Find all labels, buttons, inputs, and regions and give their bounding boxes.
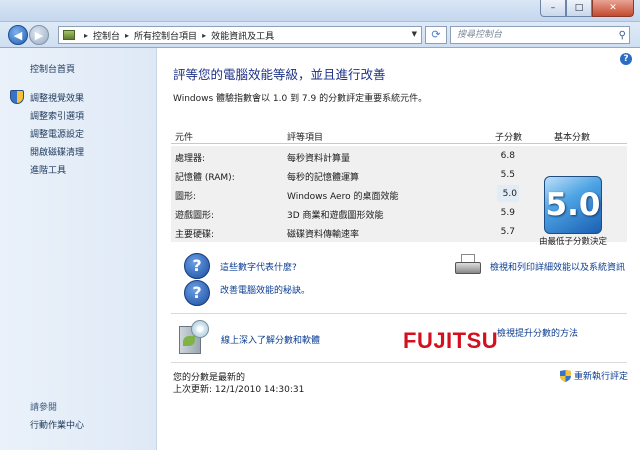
back-button[interactable]: ◀ — [8, 25, 28, 45]
window-controls: – □ ✕ — [540, 0, 634, 17]
sidebar-item-advanced-tools[interactable]: 進階工具 — [10, 160, 84, 178]
row-subscore: 6.8 — [500, 151, 515, 161]
printer-icon — [455, 254, 481, 276]
sidebar-item-label: 調整電源設定 — [30, 129, 85, 140]
row-subscore: 5.7 — [500, 227, 515, 237]
table-row: 記憶體 (RAM): 每秒的記憶體運算 5.5 — [171, 166, 531, 185]
sidebar-task-list: 調整視覺效果 調整索引選項 調整電源設定 開啟磁碟清理 進階工具 — [10, 88, 84, 178]
search-icon[interactable]: ⚲ — [619, 28, 626, 44]
sidebar-item-label: 調整索引選項 — [30, 111, 85, 122]
table-header: 元件 評等項目 子分數 基本分數 — [171, 126, 627, 144]
sidebar-item-label: 開啟磁碟清理 — [30, 147, 85, 158]
chevron-down-icon[interactable]: ▼ — [412, 30, 417, 38]
row-component: 主要硬碟: — [175, 230, 215, 240]
fujitsu-logo: FUJITSU — [403, 328, 499, 353]
close-button[interactable]: ✕ — [592, 0, 634, 17]
sidebar-item-label: 調整視覺效果 — [30, 93, 85, 104]
title-bar: – □ ✕ — [0, 0, 640, 22]
row-rated: 每秒資料計算量 — [287, 154, 351, 164]
breadcrumb-item-performance[interactable]: 效能資訊及工具 — [211, 29, 274, 42]
rerun-label: 重新執行評定 — [574, 372, 629, 382]
row-component: 圖形: — [175, 192, 197, 202]
sidebar-home-link[interactable]: 控制台首頁 — [30, 62, 75, 75]
sidebar-item-label: 進階工具 — [30, 165, 67, 176]
chevron-right-icon[interactable]: ▸ — [84, 31, 88, 40]
header-subscore: 子分數 — [495, 133, 523, 143]
row-component: 遊戲圖形: — [175, 211, 215, 221]
forward-button[interactable]: ▶ — [29, 25, 49, 45]
header-basescore: 基本分數 — [554, 133, 591, 143]
address-bar: ◀ ▶ ▸ 控制台 ▸ 所有控制台項目 ▸ 效能資訊及工具 ▼ ⟳ 搜尋控制台 … — [0, 22, 640, 48]
question-icon: ? — [184, 280, 210, 306]
what-mean-link[interactable]: 這些數字代表什麼? — [220, 260, 297, 273]
refresh-button[interactable]: ⟳ — [425, 26, 447, 44]
row-rated: 磁碟資料傳輸速率 — [287, 230, 360, 240]
breadcrumb-item-control-panel[interactable]: 控制台 — [93, 29, 120, 42]
page-subtitle: Windows 體驗指數會以 1.0 到 7.9 的分數評定重要系統元件。 — [173, 94, 428, 104]
chevron-right-icon[interactable]: ▸ — [202, 31, 206, 40]
sidebar-item-visual-effects[interactable]: 調整視覺效果 — [10, 88, 84, 106]
score-table: 元件 評等項目 子分數 基本分數 處理器: 每秒資料計算量 6.8 記憶體 (R… — [171, 126, 627, 247]
base-score-value: 5.0 — [545, 187, 601, 223]
search-input[interactable]: 搜尋控制台 ⚲ — [450, 26, 630, 44]
maximize-button[interactable]: □ — [566, 0, 592, 17]
print-details-link[interactable]: 檢視和列印詳細效能以及系統資訊 — [490, 260, 625, 273]
base-score-caption: 由最低子分數決定 — [538, 237, 607, 247]
partner-panel: 線上深入了解分數和軟體 FUJITSU 檢視提升分數的方法 — [171, 313, 627, 363]
row-subscore: 5.9 — [500, 208, 515, 218]
row-component: 記憶體 (RAM): — [175, 173, 235, 183]
shield-icon — [10, 90, 24, 104]
see-also-heading: 請參閱 — [30, 403, 58, 413]
sidebar-item-indexing[interactable]: 調整索引選項 — [10, 106, 84, 124]
rerun-assessment-button[interactable]: 重新執行評定 — [560, 369, 628, 382]
row-rated: Windows Aero 的桌面效能 — [287, 192, 399, 202]
table-row-lowest: 圖形: Windows Aero 的桌面效能 5.0 — [171, 185, 531, 204]
page-title: 評等您的電腦效能等級，並且進行改善 — [173, 67, 386, 82]
row-rated: 3D 商業和遊戲圖形效能 — [287, 211, 384, 221]
search-placeholder: 搜尋控制台 — [457, 30, 503, 40]
row-component: 處理器: — [175, 154, 206, 164]
sidebar-item-disk-cleanup[interactable]: 開啟磁碟清理 — [10, 142, 84, 160]
header-rated: 評等項目 — [287, 133, 324, 143]
action-center-link[interactable]: 行動作業中心 — [30, 418, 84, 431]
shield-icon — [560, 369, 571, 382]
help-icon[interactable]: ? — [620, 53, 632, 65]
breadcrumb[interactable]: ▸ 控制台 ▸ 所有控制台項目 ▸ 效能資訊及工具 ▼ — [58, 26, 422, 44]
sidebar: 控制台首頁 調整視覺效果 調整索引選項 調整電源設定 開啟磁碟清理 進階工具 請… — [0, 48, 157, 450]
minimize-button[interactable]: – — [540, 0, 566, 17]
sidebar-item-power[interactable]: 調整電源設定 — [10, 124, 84, 142]
software-box-icon — [179, 320, 209, 356]
control-panel-icon — [63, 30, 75, 40]
last-update: 上次更新: 12/1/2010 14:30:31 — [173, 385, 305, 395]
table-body: 處理器: 每秒資料計算量 6.8 記憶體 (RAM): 每秒的記憶體運算 5.5… — [171, 146, 627, 247]
row-subscore: 5.5 — [500, 170, 515, 180]
row-subscore: 5.0 — [497, 185, 519, 202]
table-row: 主要硬碟: 磁碟資料傳輸速率 5.7 — [171, 223, 531, 242]
improve-score-link[interactable]: 檢視提升分數的方法 — [497, 326, 578, 339]
base-score-badge: 5.0 — [544, 176, 602, 234]
question-icon: ? — [184, 253, 210, 279]
learn-more-link[interactable]: 線上深入了解分數和軟體 — [221, 333, 320, 346]
table-row: 處理器: 每秒資料計算量 6.8 — [171, 147, 531, 166]
chevron-right-icon[interactable]: ▸ — [125, 31, 129, 40]
header-component: 元件 — [175, 133, 194, 143]
row-rated: 每秒的記憶體運算 — [287, 173, 360, 183]
table-row: 遊戲圖形: 3D 商業和遊戲圖形效能 5.9 — [171, 204, 531, 223]
improve-tips-link[interactable]: 改善電腦效能的秘訣。 — [220, 283, 310, 296]
breadcrumb-item-all-items[interactable]: 所有控制台項目 — [134, 29, 197, 42]
